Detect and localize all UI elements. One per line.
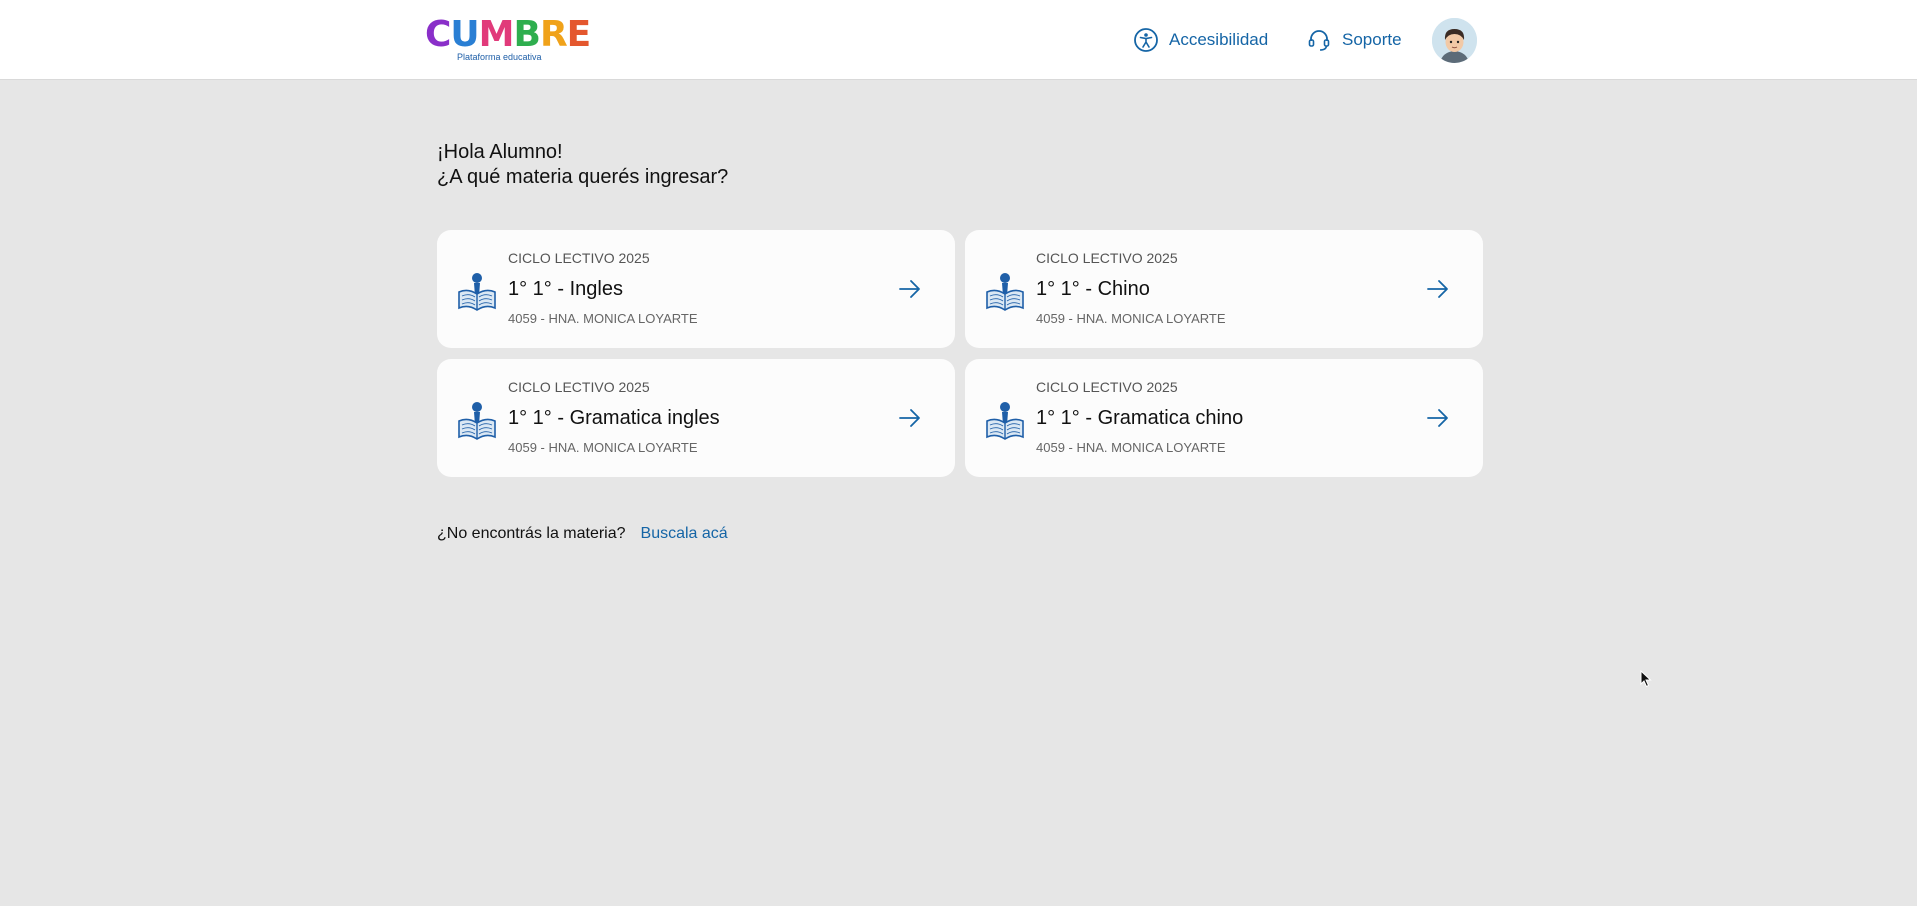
- logo-wordmark: CUMBRE: [425, 14, 591, 55]
- arrow-right-icon[interactable]: [897, 276, 923, 302]
- card-cycle: CICLO LECTIVO 2025: [508, 250, 650, 266]
- accessibility-icon: [1134, 28, 1158, 52]
- book-reader-icon: [986, 273, 1024, 311]
- card-school: 4059 - HNA. MONICA LOYARTE: [508, 440, 698, 455]
- arrow-right-icon[interactable]: [1425, 405, 1451, 431]
- cumbre-logo[interactable]: CUMBRE Plataforma educativa: [425, 14, 591, 66]
- arrow-right-icon[interactable]: [897, 405, 923, 431]
- subject-card[interactable]: CICLO LECTIVO 2025 1° 1° - Chino 4059 - …: [965, 230, 1483, 348]
- top-header: CUMBRE Plataforma educativa Accesibilida…: [0, 0, 1917, 80]
- support-link[interactable]: Soporte: [1306, 26, 1402, 54]
- subject-card[interactable]: CICLO LECTIVO 2025 1° 1° - Gramatica chi…: [965, 359, 1483, 477]
- book-reader-icon: [458, 402, 496, 440]
- support-label: Soporte: [1342, 30, 1402, 49]
- card-school: 4059 - HNA. MONICA LOYARTE: [1036, 311, 1226, 326]
- search-subject-prompt: ¿No encontrás la materia? Buscala acá: [437, 525, 728, 543]
- book-reader-icon: [458, 273, 496, 311]
- subject-card[interactable]: CICLO LECTIVO 2025 1° 1° - Gramatica ing…: [437, 359, 955, 477]
- subject-card[interactable]: CICLO LECTIVO 2025 1° 1° - Ingles 4059 -…: [437, 230, 955, 348]
- search-subject-link[interactable]: Buscala acá: [641, 525, 728, 543]
- card-school: 4059 - HNA. MONICA LOYARTE: [508, 311, 698, 326]
- headset-icon: [1308, 30, 1330, 51]
- card-cycle: CICLO LECTIVO 2025: [1036, 379, 1178, 395]
- card-cycle: CICLO LECTIVO 2025: [508, 379, 650, 395]
- greeting-hello: ¡Hola Alumno!: [437, 141, 563, 163]
- user-avatar[interactable]: [1432, 18, 1477, 63]
- card-title: 1° 1° - Gramatica ingles: [508, 407, 720, 429]
- arrow-right-icon[interactable]: [1425, 276, 1451, 302]
- search-subject-question: ¿No encontrás la materia?: [437, 525, 626, 542]
- greeting: ¡Hola Alumno! ¿A qué materia querés ingr…: [437, 140, 728, 190]
- avatar-image: [1432, 18, 1477, 63]
- card-school: 4059 - HNA. MONICA LOYARTE: [1036, 440, 1226, 455]
- accessibility-link[interactable]: Accesibilidad: [1133, 26, 1268, 54]
- accessibility-label: Accesibilidad: [1169, 30, 1269, 49]
- card-title: 1° 1° - Gramatica chino: [1036, 407, 1244, 429]
- card-title: 1° 1° - Chino: [1036, 278, 1150, 300]
- card-title: 1° 1° - Ingles: [508, 278, 623, 300]
- card-cycle: CICLO LECTIVO 2025: [1036, 250, 1178, 266]
- mouse-cursor-icon: [1640, 670, 1652, 688]
- greeting-question: ¿A qué materia querés ingresar?: [437, 166, 729, 188]
- book-reader-icon: [986, 402, 1024, 440]
